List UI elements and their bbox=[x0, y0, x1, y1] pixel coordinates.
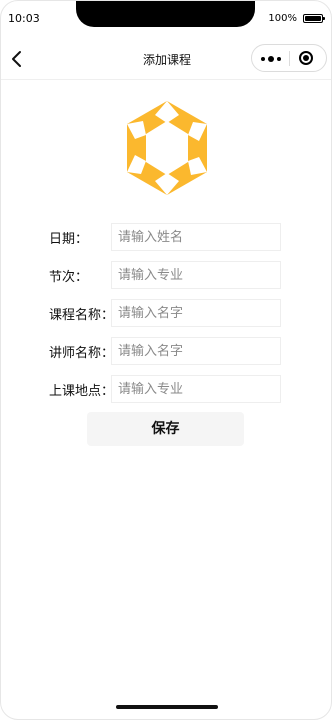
teacher-name-label: 讲师名称： bbox=[49, 346, 115, 361]
period-input[interactable] bbox=[111, 261, 281, 289]
location-label: 上课地点： bbox=[49, 384, 115, 399]
home-indicator bbox=[116, 705, 218, 709]
form-row-course-name: 课程名称： bbox=[1, 299, 331, 327]
date-input[interactable] bbox=[111, 223, 281, 251]
status-time: 10:03 bbox=[8, 12, 40, 25]
star-logo-icon bbox=[119, 99, 215, 199]
nav-bar: 添加课程 bbox=[1, 39, 331, 80]
notch bbox=[76, 1, 255, 27]
capsule-divider bbox=[289, 51, 290, 66]
course-name-label: 课程名称： bbox=[49, 308, 115, 323]
form-row-period: 节次： bbox=[1, 261, 331, 289]
course-name-input[interactable] bbox=[111, 299, 281, 327]
status-bar: 10:03 100% bbox=[1, 1, 331, 39]
teacher-name-input[interactable] bbox=[111, 337, 281, 365]
phone-screen: 10:03 100% 添加课程 日期： 请输入姓名 节次： 请输入专业 课程名称… bbox=[0, 0, 332, 720]
battery-icon bbox=[303, 14, 325, 23]
location-input[interactable] bbox=[111, 375, 281, 403]
form-row-location: 上课地点： bbox=[1, 375, 331, 403]
mini-program-capsule bbox=[251, 44, 327, 72]
save-button[interactable]: 保存 bbox=[87, 412, 244, 446]
form-row-date: 日期： bbox=[1, 223, 331, 251]
battery-percent: 100% bbox=[268, 13, 297, 24]
date-label: 日期： bbox=[49, 232, 89, 247]
close-mini-program-button[interactable] bbox=[295, 49, 315, 67]
period-label: 节次： bbox=[49, 270, 89, 285]
more-menu-button[interactable] bbox=[258, 51, 284, 66]
form-row-teacher-name: 讲师名称： bbox=[1, 337, 331, 365]
